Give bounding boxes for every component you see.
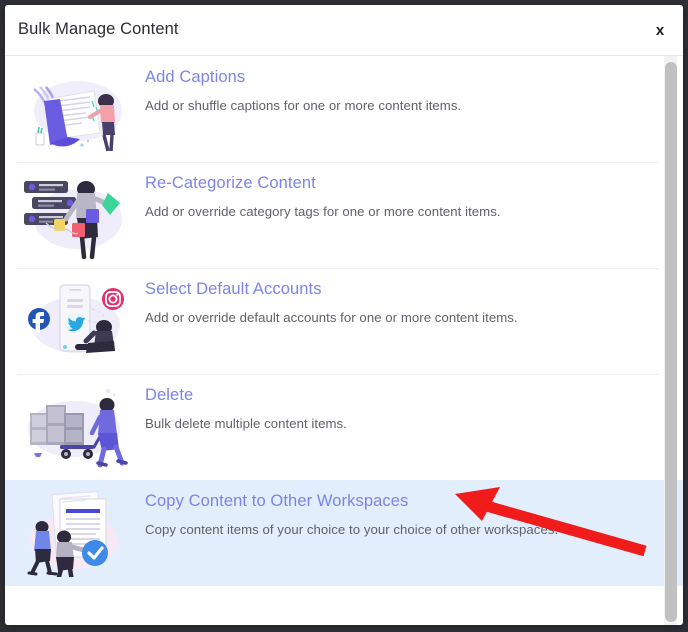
bulk-action-row[interactable]: Add Captions Add or shuffle captions for … — [5, 56, 683, 162]
bulk-action-title[interactable]: Delete — [145, 386, 347, 405]
bulk-action-description: Add or shuffle captions for one or more … — [145, 98, 462, 113]
bulk-action-description: Copy content items of your choice to you… — [145, 522, 559, 537]
bulk-action-text: Add Captions Add or shuffle captions for … — [145, 56, 461, 113]
recategorize-illustration — [5, 162, 145, 268]
copy-workspaces-illustration — [5, 480, 145, 586]
close-icon[interactable]: x — [646, 17, 674, 45]
bulk-action-text: Re-Categorize Content Add or override cat… — [145, 162, 501, 219]
copy-workspaces-illustration — [27, 490, 118, 577]
bulk-action-description: Bulk delete multiple content items. — [145, 416, 347, 431]
bulk-action-description: Add or override default accounts for one… — [145, 310, 518, 325]
bulk-action-text: Copy Content to Other Workspaces Copy con… — [145, 480, 558, 537]
bulk-action-row[interactable]: Re-Categorize Content Add or override cat… — [5, 162, 683, 268]
bulk-action-title[interactable]: Re-Categorize Content — [145, 174, 501, 193]
modal-body: Add Captions Add or shuffle captions for … — [5, 56, 683, 625]
default-accounts-illustration — [5, 268, 145, 374]
bulk-action-title[interactable]: Select Default Accounts — [145, 280, 518, 299]
bulk-action-description: Add or override category tags for one or… — [145, 204, 501, 219]
page-title: Bulk Manage Content — [18, 20, 179, 38]
bulk-action-title[interactable]: Copy Content to Other Workspaces — [145, 492, 558, 511]
screen: Bulk Manage Content x Add Captions Add o… — [0, 0, 688, 632]
captions-illustration — [5, 56, 145, 162]
recategorize-illustration — [24, 181, 122, 259]
scrollbar-thumb[interactable] — [665, 62, 677, 622]
default-accounts-illustration — [28, 284, 124, 353]
bulk-action-row[interactable]: Select Default Accounts Add or override d… — [5, 268, 683, 374]
bulk-manage-content-modal: Bulk Manage Content x Add Captions Add o… — [5, 5, 683, 625]
captions-illustration — [33, 81, 122, 152]
bulk-action-row[interactable]: Delete Bulk delete multiple content items… — [5, 374, 683, 480]
modal-header: Bulk Manage Content x — [5, 5, 683, 56]
delete-illustration — [28, 389, 128, 468]
bulk-action-text: Select Default Accounts Add or override d… — [145, 268, 518, 325]
bulk-action-title[interactable]: Add Captions — [145, 68, 461, 87]
bulk-action-text: Delete Bulk delete multiple content items… — [145, 374, 347, 431]
delete-illustration — [5, 374, 145, 480]
bulk-action-row[interactable]: Copy Content to Other Workspaces Copy con… — [5, 480, 683, 586]
bulk-action-list: Add Captions Add or shuffle captions for … — [5, 56, 683, 586]
